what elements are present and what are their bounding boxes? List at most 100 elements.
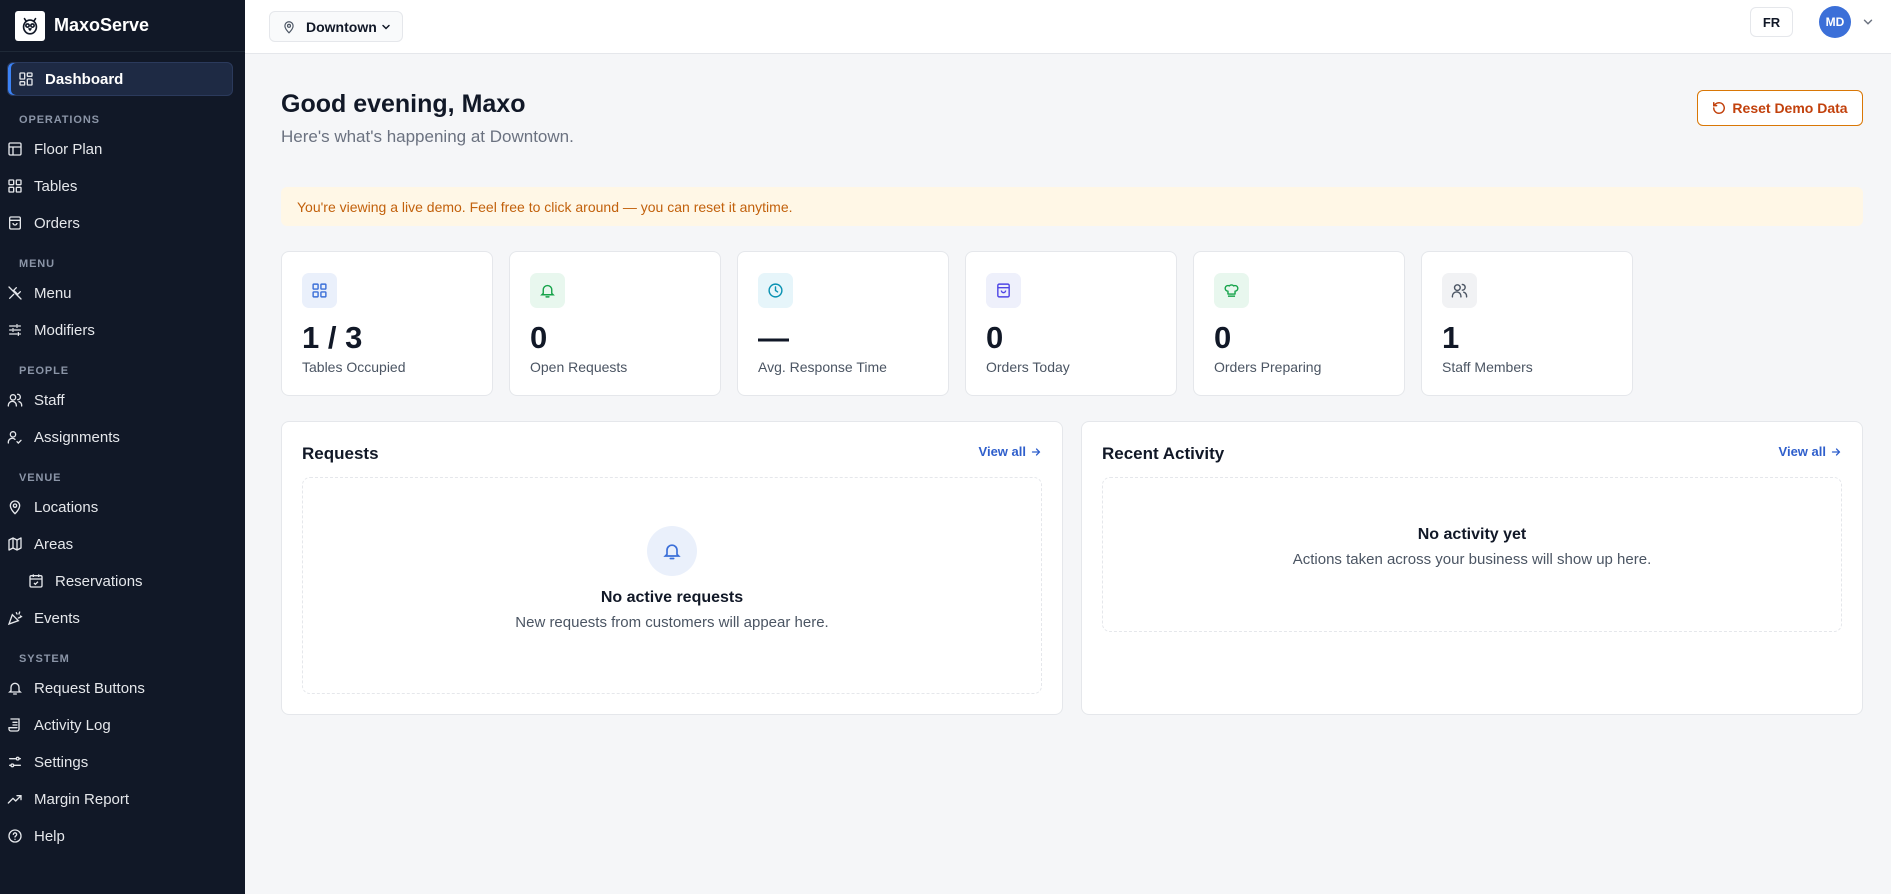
sidebar-item-reservations[interactable]: Reservations <box>7 564 233 598</box>
settings-icon <box>9 756 21 768</box>
empty-title: No active requests <box>600 589 744 606</box>
nav-section-system: SYSTEM <box>19 653 70 665</box>
stat-card-avg-response-time[interactable]: — Avg. Response Time <box>737 251 949 396</box>
activity-view-all-link[interactable]: View all <box>1779 444 1842 459</box>
stat-card-staff-members[interactable]: 1 Staff Members <box>1421 251 1633 396</box>
avatar[interactable]: MD <box>1819 6 1851 38</box>
sidebar-item-locations[interactable]: Locations <box>0 490 233 524</box>
nav-section-operations: OPERATIONS <box>19 114 100 126</box>
sidebar-item-label: Margin Report <box>34 790 130 808</box>
shopping-bag-icon <box>986 273 1021 308</box>
stat-value: 0 <box>1214 320 1232 355</box>
activity-empty-state: No activity yet Actions taken across you… <box>1102 477 1842 632</box>
party-popper-icon <box>7 611 23 626</box>
chef-hat-icon <box>1214 273 1249 308</box>
user-check-icon <box>7 431 22 444</box>
chevron-down-icon <box>382 24 390 30</box>
nav-section-people: PEOPLE <box>19 365 70 377</box>
panel-title: Recent Activity <box>1102 444 1225 463</box>
stat-label: Staff Members <box>1442 359 1533 375</box>
grid-icon <box>19 72 33 86</box>
nav-section-menu: MENU <box>19 258 55 270</box>
page-subtitle: Here's what's happening at Downtown. <box>281 127 574 146</box>
stat-value: 1 / 3 <box>302 320 363 355</box>
requests-view-all-link[interactable]: View all <box>979 444 1042 459</box>
sidebar-item-assignments[interactable]: Assignments <box>0 420 233 454</box>
scroll-icon <box>8 718 20 732</box>
map-pin-icon <box>9 500 21 515</box>
calendar-icon <box>29 574 43 588</box>
stat-label: Avg. Response Time <box>758 359 887 375</box>
stat-label: Open Requests <box>530 359 628 375</box>
brand[interactable]: MaxoServe <box>0 0 245 52</box>
sidebar-item-label: Locations <box>34 498 99 516</box>
grid-icon <box>302 273 337 308</box>
sidebar-item-label: Request Buttons <box>34 679 145 697</box>
shopping-bag-icon <box>9 216 21 230</box>
rotate-ccw-icon <box>1713 102 1726 114</box>
sidebar-item-margin-report[interactable]: Margin Report <box>0 782 233 816</box>
sidebar-item-help[interactable]: Help <box>0 819 233 853</box>
stat-card-tables-occupied[interactable]: 1 / 3 Tables Occupied <box>281 251 493 396</box>
clock-icon <box>758 273 793 308</box>
users-icon <box>7 393 23 407</box>
sidebar-item-staff[interactable]: Staff <box>0 383 233 417</box>
sidebar-item-floor-plan[interactable]: Floor Plan <box>0 132 233 166</box>
sidebar-item-dashboard[interactable]: Dashboard <box>7 62 233 96</box>
map-pin-icon <box>284 20 294 34</box>
sidebar-item-label: Orders <box>34 214 80 232</box>
sidebar-item-label: Assignments <box>34 428 120 446</box>
users-icon <box>1442 273 1477 308</box>
arrow-right-icon <box>1031 447 1041 456</box>
stat-value: — <box>758 320 789 355</box>
empty-subtitle: Actions taken across your business will … <box>1292 551 1652 568</box>
stat-value: 1 <box>1442 320 1460 355</box>
sidebar-item-label: Help <box>34 827 65 845</box>
stat-value: 0 <box>986 320 1004 355</box>
reset-demo-label: Reset Demo Data <box>1732 100 1848 116</box>
sidebar-item-areas[interactable]: Areas <box>0 527 233 561</box>
stat-card-orders-today[interactable]: 0 Orders Today <box>965 251 1177 396</box>
sidebar-item-modifiers[interactable]: Modifiers <box>0 313 233 347</box>
sidebar-item-activity-log[interactable]: Activity Log <box>0 708 233 742</box>
stat-card-orders-preparing[interactable]: 0 Orders Preparing <box>1193 251 1405 396</box>
page-title: Good evening, Maxo <box>281 90 526 118</box>
stat-label: Orders Today <box>986 359 1070 375</box>
sidebar-item-label: Dashboard <box>45 70 124 88</box>
owl-logo-icon <box>15 10 45 41</box>
view-all-label: View all <box>978 444 1026 459</box>
empty-subtitle: New requests from customers will appear … <box>515 614 829 631</box>
sidebar: MaxoServe Dashboard OPERATIONS Floor Pla… <box>0 0 245 894</box>
sidebar-item-label: Menu <box>34 284 72 302</box>
layout-icon <box>8 142 22 156</box>
utensils-icon <box>8 286 22 300</box>
view-all-label: View all <box>1778 444 1826 459</box>
sidebar-item-label: Areas <box>34 535 74 553</box>
stat-card-open-requests[interactable]: 0 Open Requests <box>509 251 721 396</box>
bell-icon <box>8 682 22 695</box>
panel-title: Requests <box>302 444 379 463</box>
bell-icon <box>530 273 565 308</box>
sidebar-item-events[interactable]: Events <box>0 601 233 635</box>
sidebar-item-orders[interactable]: Orders <box>0 206 233 240</box>
greeting: Good evening, Maxo Here's what's happeni… <box>281 90 574 147</box>
grid-icon <box>8 179 22 193</box>
sidebar-item-label: Activity Log <box>34 716 111 734</box>
location-selector[interactable]: Downtown <box>269 11 403 42</box>
bell-icon <box>647 526 697 576</box>
sidebar-item-tables[interactable]: Tables <box>0 169 233 203</box>
reset-demo-button[interactable]: Reset Demo Data <box>1697 90 1863 126</box>
nav-section-venue: VENUE <box>19 472 62 484</box>
language-button[interactable]: FR <box>1750 7 1793 37</box>
main-content: Downtown FR MD Good evening, Maxo Here's… <box>245 0 1891 894</box>
sliders-icon <box>9 324 21 336</box>
sidebar-item-settings[interactable]: Settings <box>0 745 233 779</box>
location-name: Downtown <box>306 18 377 35</box>
chevron-down-icon[interactable] <box>1861 15 1875 29</box>
trending-up-icon <box>7 795 22 804</box>
topbar: Downtown FR MD <box>245 0 1891 54</box>
sidebar-item-request-buttons[interactable]: Request Buttons <box>0 671 233 705</box>
sidebar-item-menu[interactable]: Menu <box>0 276 233 310</box>
sidebar-item-label: Tables <box>34 177 78 195</box>
requests-empty-state: No active requests New requests from cus… <box>302 477 1042 694</box>
